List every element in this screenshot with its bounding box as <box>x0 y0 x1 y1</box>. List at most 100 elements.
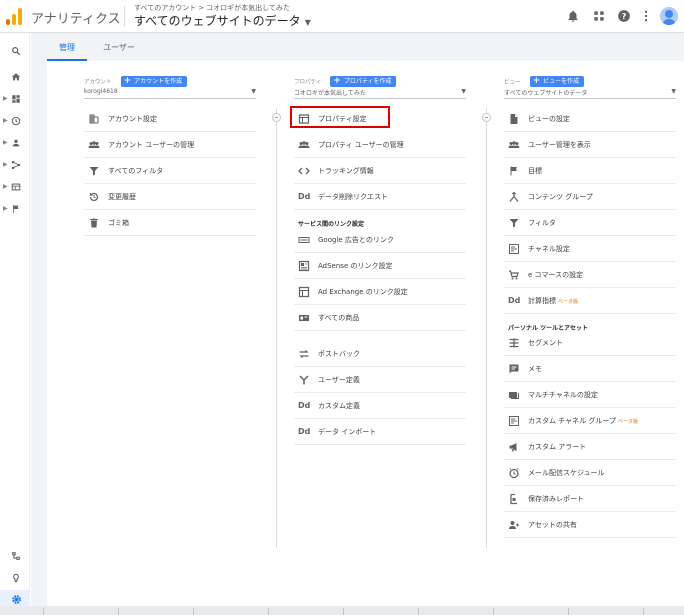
segment-icon <box>509 338 519 348</box>
item-label: ポストバック <box>318 350 360 358</box>
item-label: アセットの共有 <box>528 521 577 529</box>
saved-report-icon <box>510 493 517 505</box>
property-selected: コオロギが本気出してみた <box>294 90 366 97</box>
item-label: Google 広告とのリンク <box>318 236 394 244</box>
clock-icon[interactable]: ▶ <box>0 113 30 129</box>
item-label: すべての商品 <box>318 314 360 322</box>
item-label: データ削除リクエスト <box>318 193 388 201</box>
column-divider <box>276 108 277 548</box>
channel-icon <box>509 244 519 254</box>
attribution-icon[interactable] <box>0 548 30 564</box>
dd-icon: Dd <box>508 296 521 305</box>
content-group-icon <box>509 191 519 202</box>
item-label: AdSense のリンク設定 <box>318 262 393 270</box>
adsense-icon <box>298 260 310 272</box>
breadcrumb-property[interactable]: コオロギが本気出してみた <box>206 4 290 12</box>
property-selector[interactable]: コオロギが本気出してみた ▼ <box>294 88 466 99</box>
megaphone-icon <box>509 443 517 452</box>
item-label: コンテンツ グループ <box>528 193 593 201</box>
more-vert-icon[interactable] <box>639 9 653 23</box>
column-divider <box>486 108 487 548</box>
flag-icon <box>510 166 517 176</box>
audience-icon <box>299 375 309 385</box>
section-title: サービス間のリンク設定 <box>298 221 365 228</box>
item-label: データ インポート <box>318 428 377 436</box>
item-label: e コマースの設定 <box>528 271 584 279</box>
view-selector[interactable]: すべてのウェブサイトのデータ ▼ <box>504 88 676 99</box>
item-label: メモ <box>528 365 542 373</box>
document-icon <box>510 114 518 124</box>
svg-text:?: ? <box>622 11 627 21</box>
view-label: ビュー <box>504 79 521 86</box>
item-label: アカウント ユーザーの管理 <box>108 141 195 149</box>
item-label: ゴミ箱 <box>108 219 129 227</box>
item-label: カスタム定義 <box>318 402 360 410</box>
tab-admin[interactable]: 管理 <box>47 39 87 61</box>
behavior-icon[interactable]: ▶ <box>0 179 30 195</box>
section-title: パーソナル ツールとアセット <box>508 325 588 332</box>
item-label: アカウント設定 <box>108 115 157 123</box>
admin-panel: アカウント + アカウントを作成 korogi4618 ▼ アカウント設定 アカウン… <box>47 61 684 613</box>
note-icon <box>509 364 519 374</box>
account-column: アカウント + アカウントを作成 korogi4618 ▼ アカウント設定 アカウン… <box>84 61 256 561</box>
people-icon <box>88 141 100 148</box>
multi-channel-icon <box>509 392 519 399</box>
dashboard-icon[interactable]: ▶ <box>0 91 30 107</box>
create-account-button[interactable]: + アカウントを作成 <box>120 76 188 87</box>
view-selected: すべてのウェブサイトのデータ <box>504 90 588 97</box>
building-icon <box>89 114 99 124</box>
top-bar: アナリティクス すべてのアカウント > コオロギが本気出してみた すべてのウェブサイ… <box>0 0 684 33</box>
home-icon[interactable] <box>0 69 30 85</box>
collapse-toggle-icon[interactable] <box>272 113 281 122</box>
item-label: ビューの設定 <box>528 115 570 123</box>
create-property-button[interactable]: + プロパティを作成 <box>330 76 397 87</box>
dropdown-icon: ▼ <box>461 88 466 95</box>
filter-icon <box>89 167 99 176</box>
person-icon[interactable]: ▶ <box>0 135 30 151</box>
acquisition-icon[interactable]: ▶ <box>0 157 30 173</box>
lightbulb-icon[interactable] <box>0 570 30 586</box>
flag-icon[interactable]: ▶ <box>0 201 30 217</box>
item-label: ユーザー管理を表示 <box>528 141 591 149</box>
filter-icon <box>509 219 519 228</box>
avatar[interactable] <box>660 7 678 25</box>
bell-icon[interactable] <box>566 9 580 23</box>
caret-down-icon: ▼ <box>304 18 311 27</box>
view-title: すべてのウェブサイトのデータ <box>134 14 301 28</box>
item-label: 計算指標 <box>528 297 556 305</box>
dd-icon: Dd <box>298 401 311 410</box>
item-label: セグメント <box>528 339 563 347</box>
property-column: プロパティ + プロパティを作成 コオロギが本気出してみた ▼ プロパティ設定 プロ… <box>290 61 466 561</box>
item-label: メール配信スケジュール <box>528 469 605 477</box>
item-label: プロパティ ユーザーの管理 <box>318 141 404 149</box>
help-icon[interactable]: ? <box>617 9 631 23</box>
share-icon <box>509 521 519 529</box>
item-label: マルチチャネルの設定 <box>528 391 598 399</box>
custom-channel-icon <box>509 416 519 426</box>
create-view-button[interactable]: + ビューを作成 <box>529 76 585 87</box>
beta-badge: ベータ版 <box>617 419 638 425</box>
dropdown-icon: ▼ <box>251 88 256 95</box>
account-selector[interactable]: korogi4618 ▼ <box>84 88 256 99</box>
item-label: 保存済みレポート <box>528 495 584 503</box>
left-nav: ▶ ▶ ▶ ▶ ▶ ▶ <box>0 33 30 615</box>
view-selector[interactable]: すべてのウェブサイトのデータ ▼ <box>134 12 311 29</box>
products-icon <box>299 315 309 321</box>
account-selected: korogi4618 <box>84 88 118 95</box>
search-icon[interactable] <box>0 43 30 59</box>
item-label: チャネル設定 <box>528 245 570 253</box>
collapse-toggle-icon[interactable] <box>482 113 491 122</box>
tab-user[interactable]: ユーザー <box>99 39 139 61</box>
code-icon <box>298 167 310 175</box>
alarm-icon <box>509 468 519 479</box>
breadcrumb-account[interactable]: すべてのアカウント <box>134 4 196 12</box>
trash-icon <box>90 218 98 228</box>
item-label: フィルタ <box>528 219 556 227</box>
item-label: Ad Exchange のリンク設定 <box>318 288 408 296</box>
analytics-logo[interactable] <box>6 8 22 25</box>
cart-icon <box>509 270 519 280</box>
item-label: 変更履歴 <box>108 193 136 201</box>
beta-badge: ベータ版 <box>558 299 579 305</box>
apps-grid-icon[interactable] <box>592 9 606 23</box>
dd-icon: Dd <box>298 192 311 201</box>
